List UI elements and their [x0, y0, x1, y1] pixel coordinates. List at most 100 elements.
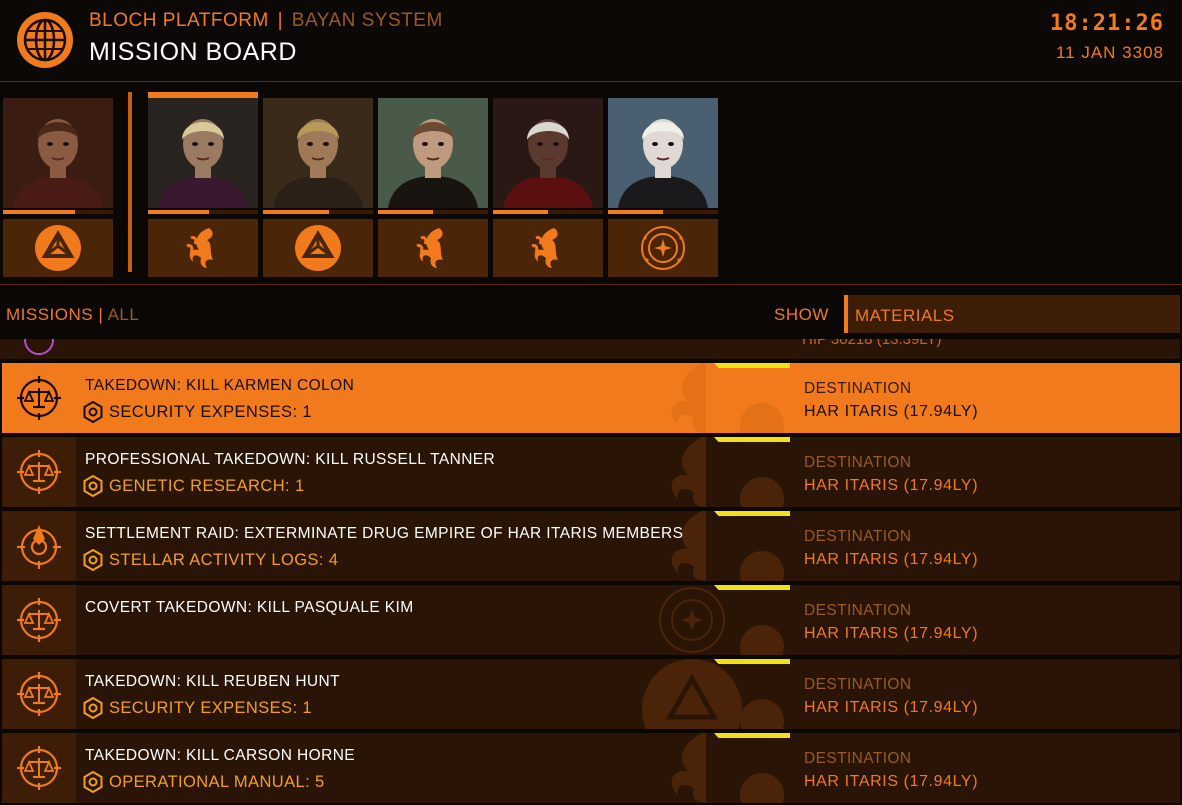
faction-badge — [148, 219, 258, 277]
page-title: MISSION BOARD — [89, 38, 297, 66]
reputation-bar — [148, 210, 258, 214]
destination-value: HIP 30218 (13.39LY) — [802, 339, 942, 348]
reputation-fill — [493, 210, 548, 214]
mission-icon-cell — [2, 363, 76, 433]
destination-value: HAR ITARIS (17.94LY) — [804, 551, 979, 568]
destination-value: HAR ITARIS (17.94LY) — [804, 403, 979, 420]
mission-title: PROFESSIONAL TAKEDOWN: KILL RUSSELL TANN… — [85, 451, 496, 468]
destination-panel: DESTINATION HAR ITARIS (17.94LY) — [790, 733, 1180, 803]
faction-watermark — [632, 437, 792, 507]
faction-watermark — [632, 363, 792, 433]
mission-title: TAKEDOWN: KILL REUBEN HUNT — [85, 673, 340, 690]
game-date: 11 JAN 3308 — [1055, 43, 1164, 62]
mission-title: COVERT TAKEDOWN: KILL PASQUALE KIM — [85, 599, 414, 616]
destination-label: DESTINATION — [804, 528, 912, 545]
mission-type-icon — [24, 339, 54, 355]
clock: 18:21:26 — [1050, 11, 1164, 36]
contact-card[interactable] — [608, 92, 718, 277]
contact-portrait — [493, 98, 603, 208]
mission-reward: GENETIC RESEARCH: 1 — [83, 475, 305, 497]
mission-icon-cell — [2, 585, 76, 655]
contact-portrait — [3, 98, 113, 208]
triangle-faction-icon — [295, 225, 341, 271]
reputation-fill — [148, 210, 209, 214]
phoenix-faction-icon — [416, 228, 443, 268]
phoenix-watermark-icon — [671, 733, 784, 803]
faction-watermark — [632, 659, 792, 729]
contact-portrait — [148, 98, 258, 208]
star-watermark-icon — [659, 587, 784, 655]
mission-reward: OPERATIONAL MANUAL: 5 — [83, 771, 325, 793]
triangle-watermark-icon — [642, 659, 784, 729]
missions-tab[interactable]: MISSIONS | ALL — [6, 305, 139, 325]
destination-label: DESTINATION — [804, 380, 912, 397]
mission-row[interactable]: PROFESSIONAL TAKEDOWN: KILL RUSSELL TANN… — [2, 437, 1180, 507]
section-divider — [0, 284, 1182, 285]
new-mission-indicator — [714, 659, 790, 664]
material-icon — [83, 549, 103, 571]
destination-panel: DESTINATION HAR ITARIS (17.94LY) — [790, 363, 1180, 433]
faction-badge — [378, 219, 488, 277]
faction-badge — [263, 219, 373, 277]
reputation-bar — [493, 210, 603, 214]
mission-row[interactable]: TAKEDOWN: KILL CARSON HORNE OPERATIONAL M… — [2, 733, 1180, 803]
globe-icon — [17, 12, 73, 68]
contact-portrait — [263, 98, 373, 208]
portrait-image — [148, 98, 258, 208]
faction-watermark — [632, 511, 792, 581]
mission-reward: SECURITY EXPENSES: 1 — [83, 401, 312, 423]
mission-title: SETTLEMENT RAID: EXTERMINATE DRUG EMPIRE… — [85, 525, 684, 542]
mission-row[interactable]: TAKEDOWN: KILL REUBEN HUNT SECURITY EXPEN… — [2, 659, 1180, 729]
destination-label: DESTINATION — [804, 676, 912, 693]
takedown-icon — [17, 746, 61, 790]
mission-title: TAKEDOWN: KILL CARSON HORNE — [85, 747, 356, 764]
faction-watermark — [632, 733, 792, 803]
faction-badge — [3, 219, 113, 277]
list-item-partial[interactable]: HIP 30218 (13.39LY) — [0, 339, 1180, 359]
new-mission-indicator — [714, 511, 790, 516]
contact-divider — [128, 92, 132, 272]
reputation-fill — [378, 210, 433, 214]
mission-icon-cell — [2, 733, 76, 803]
contact-card[interactable] — [3, 92, 113, 277]
mission-icon-cell — [2, 437, 76, 507]
destination-panel: DESTINATION HAR ITARIS (17.94LY) — [790, 437, 1180, 507]
new-mission-indicator — [714, 733, 790, 738]
station-name: BLOCH PLATFORM — [89, 10, 269, 31]
phoenix-watermark-icon — [671, 363, 784, 433]
takedown-icon — [17, 672, 61, 716]
faction-watermark — [632, 585, 792, 655]
destination-label: DESTINATION — [804, 454, 912, 471]
reputation-bar — [378, 210, 488, 214]
reward-text: OPERATIONAL MANUAL: 5 — [109, 772, 325, 791]
destination-panel: DESTINATION HAR ITARIS (17.94LY) — [790, 511, 1180, 581]
filter-value: MATERIALS — [855, 306, 955, 325]
material-icon — [83, 697, 103, 719]
portrait-image — [263, 98, 373, 208]
header: BLOCH PLATFORM | BAYAN SYSTEM MISSION BO… — [0, 0, 1182, 82]
contact-card[interactable] — [263, 92, 373, 277]
location-separator: | — [277, 10, 283, 31]
takedown-icon — [17, 450, 61, 494]
reputation-bar — [3, 210, 113, 214]
faction-badge — [493, 219, 603, 277]
show-label: SHOW — [774, 305, 829, 324]
tab-separator: | — [98, 305, 104, 324]
contact-card[interactable] — [148, 92, 258, 277]
mission-row[interactable]: TAKEDOWN: KILL KARMEN COLON SECURITY EXPE… — [2, 363, 1180, 433]
reputation-bar — [263, 210, 373, 214]
contact-card[interactable] — [378, 92, 488, 277]
phoenix-watermark-icon — [671, 511, 784, 581]
portrait-image — [493, 98, 603, 208]
all-filter-label: ALL — [107, 305, 140, 324]
mission-row[interactable]: COVERT TAKEDOWN: KILL PASQUALE KIM DESTIN… — [2, 585, 1180, 655]
missions-tabbar: MISSIONS | ALL SHOW MATERIALS — [0, 295, 1182, 335]
materials-filter-dropdown[interactable]: MATERIALS — [844, 295, 1180, 333]
mission-list[interactable]: HIP 30218 (13.39LY) TAKEDOWN: KILL KARME… — [0, 339, 1182, 805]
destination-value: HAR ITARIS (17.94LY) — [804, 699, 979, 716]
contact-card[interactable] — [493, 92, 603, 277]
destination-value: HAR ITARIS (17.94LY) — [804, 477, 979, 494]
takedown-icon — [17, 376, 61, 420]
mission-row[interactable]: SETTLEMENT RAID: EXTERMINATE DRUG EMPIRE… — [2, 511, 1180, 581]
reward-text: GENETIC RESEARCH: 1 — [109, 476, 305, 495]
